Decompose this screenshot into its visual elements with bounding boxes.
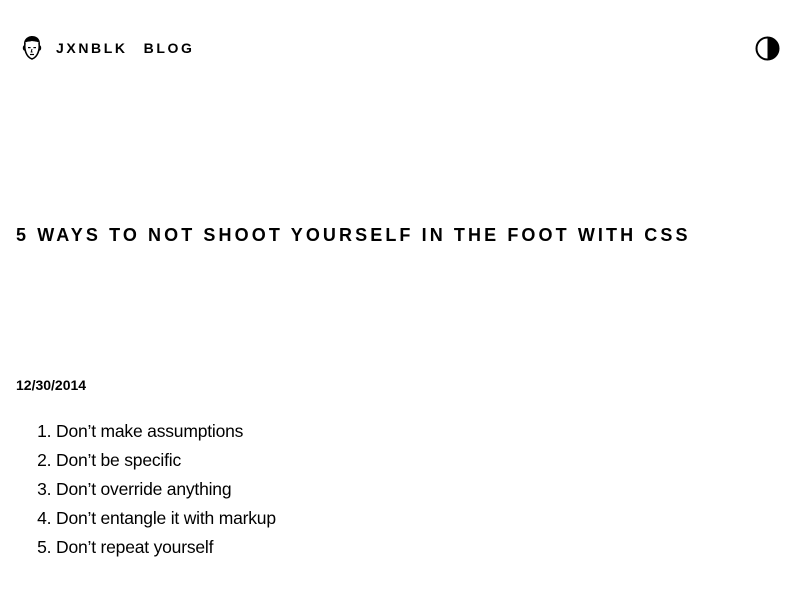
site-header: JXNBLK BLOG xyxy=(0,0,800,96)
page: JXNBLK BLOG 5 WAYS TO NOT SHOOT YOURSELF… xyxy=(0,0,800,600)
list-item: Don’t entangle it with markup xyxy=(56,504,276,533)
list-item: Don’t make assumptions xyxy=(56,417,276,446)
home-logo-link[interactable] xyxy=(20,35,44,61)
list-item: Don’t repeat yourself xyxy=(56,533,276,562)
main-nav: JXNBLK BLOG xyxy=(56,40,194,56)
theme-toggle-button[interactable] xyxy=(755,36,780,61)
avatar-face-icon xyxy=(22,36,42,60)
half-circle-contrast-icon xyxy=(755,36,780,61)
list-item: Don’t override anything xyxy=(56,475,276,504)
nav-link-jxnblk[interactable]: JXNBLK xyxy=(56,40,128,56)
list-item: Don’t be specific xyxy=(56,446,276,475)
nav-link-blog[interactable]: BLOG xyxy=(144,40,195,56)
post-title: 5 WAYS TO NOT SHOOT YOURSELF IN THE FOOT… xyxy=(16,225,691,245)
post-list: Don’t make assumptions Don’t be specific… xyxy=(16,417,276,562)
post-date: 12/30/2014 xyxy=(16,377,87,393)
